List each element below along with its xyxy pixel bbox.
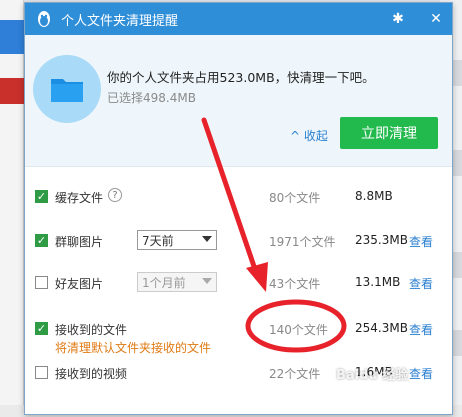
usage-message: 你的个人文件夹占用523.0MB，快清理一下吧。	[107, 70, 375, 85]
file-count: 1971个文件	[269, 235, 336, 249]
dropdown-arrow-icon	[202, 278, 212, 284]
row-label: 缓存文件	[55, 191, 104, 205]
view-link[interactable]: 查看	[409, 233, 433, 250]
list-item-group-images: 群聊图片 7天前 1971个文件 235.3MB 查看	[25, 229, 452, 255]
chevron-up-icon: ^	[290, 129, 301, 143]
row-label: 群聊图片	[55, 235, 104, 249]
clean-now-button[interactable]: 立即清理	[340, 117, 438, 149]
view-link[interactable]: 查看	[409, 365, 433, 382]
view-link[interactable]: 查看	[409, 275, 433, 292]
checkbox-friend-images[interactable]	[35, 276, 48, 289]
age-dropdown[interactable]: 7天前	[137, 230, 217, 250]
cleanup-dialog: 个人文件夹清理提醒 ✱ ✕ 你的个人文件夹占用523.0MB，快清理一下吧。 已…	[24, 2, 453, 415]
file-count: 80个文件	[269, 191, 321, 205]
title-bar[interactable]: 个人文件夹清理提醒 ✱ ✕	[25, 3, 452, 35]
dropdown-arrow-icon	[202, 236, 212, 242]
close-icon[interactable]: ✕	[420, 3, 452, 35]
dialog-title: 个人文件夹清理提醒	[61, 13, 179, 29]
view-link[interactable]: 查看	[409, 321, 433, 338]
file-count: 43个文件	[269, 277, 321, 291]
file-size: 235.3MB	[355, 233, 408, 247]
file-size: 8.8MB	[355, 189, 393, 203]
age-dropdown[interactable]: 1个月前	[137, 272, 217, 292]
collapse-link[interactable]: ^ 收起	[290, 127, 328, 144]
checkbox-cache[interactable]	[35, 190, 48, 203]
qq-penguin-icon	[35, 10, 53, 28]
row-label: 好友图片	[55, 277, 104, 291]
list-item-friend-images: 好友图片 1个月前 43个文件 13.1MB 查看	[25, 271, 452, 297]
background-blue-block	[0, 20, 24, 54]
file-count: 140个文件	[269, 323, 328, 337]
file-size: 13.1MB	[355, 275, 401, 289]
list-item-received-files: 接收到的文件 140个文件 254.3MB 查看 将清理默认文件夹接收的文件	[25, 317, 452, 361]
checkbox-group-images[interactable]	[35, 234, 48, 247]
file-size: 254.3MB	[355, 321, 408, 335]
gear-icon[interactable]: ✱	[382, 3, 414, 35]
file-count: 22个文件	[269, 367, 321, 381]
row-label: 接收到的视频	[55, 367, 128, 381]
folder-icon	[33, 55, 101, 123]
background-red-block	[0, 78, 24, 104]
cleanup-note: 将清理默认文件夹接收的文件	[55, 341, 212, 355]
watermark: Baidu 经验	[336, 368, 409, 383]
row-label: 接收到的文件	[55, 323, 128, 337]
checkbox-received-files[interactable]	[35, 322, 48, 335]
background-app-left-panel	[0, 0, 24, 417]
help-icon[interactable]: ?	[108, 188, 122, 202]
checkbox-received-videos[interactable]	[35, 366, 48, 379]
selected-size: 已选择498.4MB	[107, 91, 196, 105]
list-item-cache: 缓存文件 ? 80个文件 8.8MB	[25, 185, 452, 211]
